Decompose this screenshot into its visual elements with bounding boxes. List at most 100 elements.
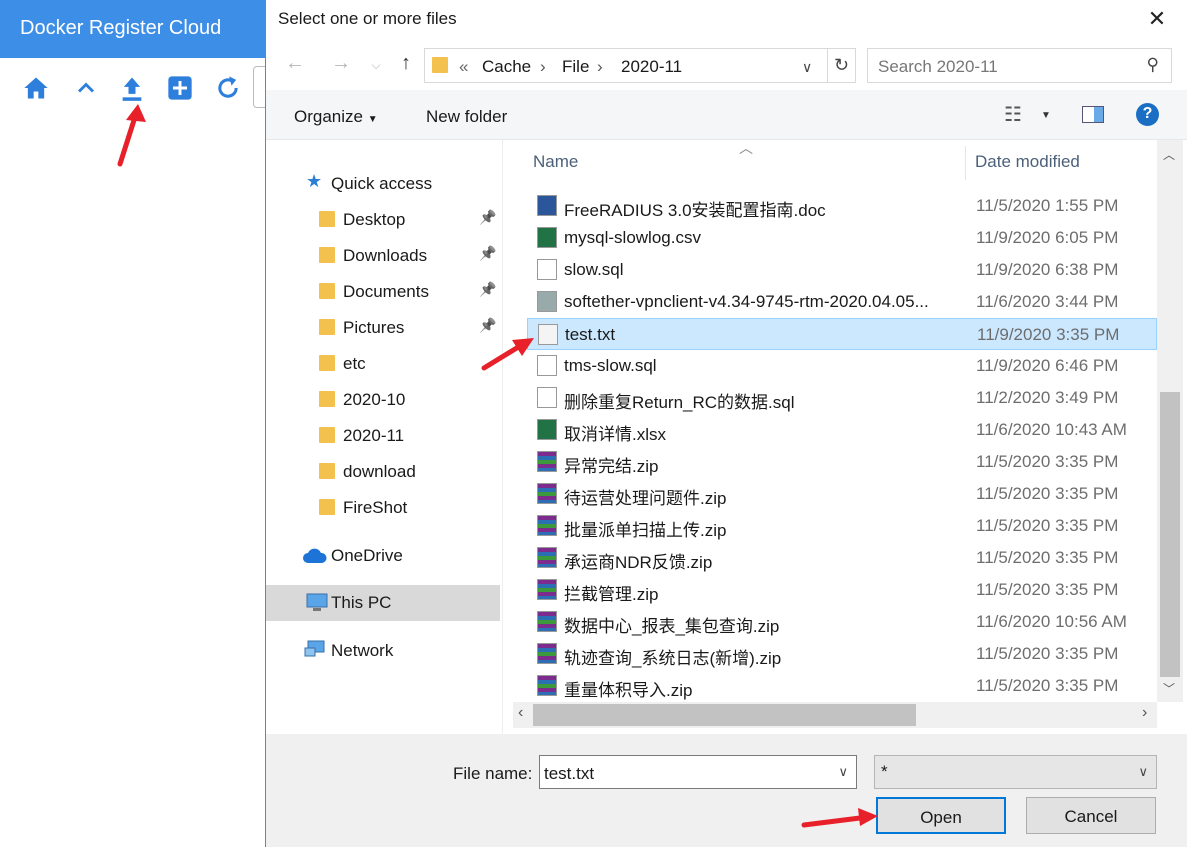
file-row[interactable]: 承运商NDR反馈.zip 11/5/2020 3:35 PM [527, 542, 1157, 574]
cancel-button[interactable]: Cancel [1026, 797, 1156, 834]
nav-quick-access[interactable]: ★ Quick access [266, 166, 500, 202]
file-name-input[interactable]: test.txt ∨ [539, 755, 857, 789]
file-row[interactable]: 删除重复Return_RC的数据.sql 11/2/2020 3:49 PM [527, 382, 1157, 414]
file-name: mysql-slowlog.csv [564, 228, 701, 247]
nav-label: FireShot [343, 498, 408, 517]
vertical-scrollbar[interactable]: ︿ ﹀ [1157, 140, 1183, 702]
file-row[interactable]: 轨迹查询_系统日志(新增).zip 11/5/2020 3:35 PM [527, 638, 1157, 670]
horizontal-scrollbar[interactable]: ‹ › [513, 702, 1157, 728]
file-row[interactable]: 拦截管理.zip 11/5/2020 3:35 PM [527, 574, 1157, 606]
organize-label: Organize [294, 107, 363, 126]
folder-icon [319, 211, 335, 227]
scroll-right-icon[interactable]: › [1142, 704, 1147, 722]
breadcrumb-overflow[interactable]: « [459, 57, 468, 77]
file-row[interactable]: 批量派单扫描上传.zip 11/5/2020 3:35 PM [527, 510, 1157, 542]
computer-icon [306, 593, 328, 611]
file-row[interactable]: 数据中心_报表_集包查询.zip 11/6/2020 10:56 AM [527, 606, 1157, 638]
file-name: softether-vpnclient-v4.34-9745-rtm-2020.… [564, 292, 929, 311]
chevron-right-icon: › [597, 57, 603, 76]
preview-pane-icon[interactable] [1082, 106, 1104, 123]
new-folder-button[interactable]: New folder [426, 107, 507, 127]
refresh-icon[interactable] [214, 74, 242, 102]
file-date: 11/5/2020 3:35 PM [976, 516, 1119, 535]
nav-item-downloads[interactable]: Downloads 📌 [266, 238, 500, 274]
file-row[interactable]: 异常完结.zip 11/5/2020 3:35 PM [527, 446, 1157, 478]
file-date: 11/2/2020 3:49 PM [976, 388, 1119, 407]
file-row[interactable]: 取消详情.xlsx 11/6/2020 10:43 AM [527, 414, 1157, 446]
file-row[interactable]: tms-slow.sql 11/9/2020 6:46 PM [527, 350, 1157, 382]
file-date: 11/5/2020 3:35 PM [976, 644, 1119, 663]
archive-icon [537, 579, 557, 600]
file-row[interactable]: slow.sql 11/9/2020 6:38 PM [527, 254, 1157, 286]
close-icon[interactable]: ✕ [1145, 6, 1169, 32]
view-options-icon[interactable]: ☷ [1004, 102, 1022, 127]
nav-item-etc[interactable]: etc [266, 346, 500, 382]
file-name: 轨迹查询_系统日志(新增).zip [564, 649, 782, 668]
vertical-scroll-thumb[interactable] [1160, 392, 1180, 677]
pane-divider[interactable] [502, 140, 503, 734]
file-row[interactable]: 待运营处理问题件.zip 11/5/2020 3:35 PM [527, 478, 1157, 510]
chevron-up-icon[interactable] [72, 74, 100, 102]
file-date: 11/5/2020 3:35 PM [976, 676, 1119, 695]
file-type-select[interactable]: * ∨ [874, 755, 1157, 789]
scroll-up-icon[interactable]: ︿ [1163, 146, 1175, 163]
nav-this-pc[interactable]: This PC [266, 585, 500, 621]
up-arrow-icon[interactable]: ↑ [394, 52, 418, 75]
pin-icon: 📌 [479, 317, 497, 333]
open-button[interactable]: Open [876, 797, 1006, 834]
file-type-value: * [881, 762, 888, 781]
nav-label: download [343, 462, 416, 481]
upload-icon[interactable] [118, 74, 146, 102]
chevron-down-icon[interactable]: ∨ [802, 59, 812, 76]
scroll-left-icon[interactable]: ‹ [518, 704, 523, 722]
organize-button[interactable]: Organize ▼ [294, 107, 378, 127]
file-date: 11/5/2020 3:35 PM [976, 548, 1119, 567]
home-icon[interactable] [22, 74, 50, 102]
search-input[interactable]: Search 2020-11 ⚲ [867, 48, 1172, 83]
nav-item-2020-10[interactable]: 2020-10 [266, 382, 500, 418]
excel-icon [537, 227, 557, 248]
back-arrow-icon[interactable]: ← [283, 52, 307, 75]
file-name-value: test.txt [544, 764, 595, 783]
add-icon[interactable] [166, 74, 194, 102]
nav-network[interactable]: Network [266, 633, 500, 669]
nav-item-fireshot[interactable]: FireShot [266, 490, 500, 526]
file-row[interactable]: softether-vpnclient-v4.34-9745-rtm-2020.… [527, 286, 1157, 318]
refresh-icon[interactable]: ↻ [827, 48, 856, 83]
archive-icon [537, 515, 557, 536]
nav-onedrive[interactable]: OneDrive [266, 538, 500, 574]
nav-label: 2020-10 [343, 390, 406, 409]
view-dropdown-icon[interactable]: ▼ [1041, 110, 1051, 121]
column-header-name[interactable]: Name [533, 152, 578, 172]
column-header-date[interactable]: Date modified [975, 152, 1080, 172]
breadcrumb-cache[interactable]: Cache [482, 57, 531, 77]
scroll-down-icon[interactable]: ﹀ [1163, 680, 1175, 697]
nav-item-pictures[interactable]: Pictures 📌 [266, 310, 500, 346]
help-icon[interactable]: ? [1136, 103, 1159, 126]
file-name: FreeRADIUS 3.0安装配置指南.doc [564, 201, 826, 220]
nav-item-desktop[interactable]: Desktop 📌 [266, 202, 500, 238]
file-date: 11/6/2020 3:44 PM [976, 292, 1119, 311]
nav-item-documents[interactable]: Documents 📌 [266, 274, 500, 310]
word-icon [537, 195, 557, 216]
nav-item-download[interactable]: download [266, 454, 500, 490]
column-divider[interactable] [965, 146, 966, 180]
file-row[interactable]: 重量体积导入.zip 11/5/2020 3:35 PM [527, 670, 1157, 702]
recent-dropdown-icon[interactable]: ⌵ [364, 58, 388, 73]
breadcrumb-file[interactable]: File [562, 57, 589, 77]
annotation-arrow-open [801, 808, 878, 828]
forward-arrow-icon[interactable]: → [329, 52, 353, 75]
file-row[interactable]: test.txt 11/9/2020 3:35 PM [527, 318, 1157, 350]
horizontal-scroll-thumb[interactable] [533, 704, 916, 726]
file-row[interactable]: mysql-slowlog.csv 11/9/2020 6:05 PM [527, 222, 1157, 254]
address-bar[interactable]: « Cache › File › 2020-11 ∨ [424, 48, 828, 83]
cloud-icon [303, 548, 327, 563]
file-date: 11/9/2020 3:35 PM [977, 325, 1120, 344]
nav-item-2020-11[interactable]: 2020-11 [266, 418, 500, 454]
breadcrumb-2020-11[interactable]: 2020-11 [621, 57, 682, 77]
folder-icon [319, 355, 335, 371]
chevron-down-icon[interactable]: ∨ [838, 764, 848, 780]
file-row[interactable]: FreeRADIUS 3.0安装配置指南.doc 11/5/2020 1:55 P… [527, 190, 1157, 222]
app-title: Docker Register Cloud [20, 17, 222, 39]
search-icon[interactable]: ⚲ [1147, 55, 1159, 75]
